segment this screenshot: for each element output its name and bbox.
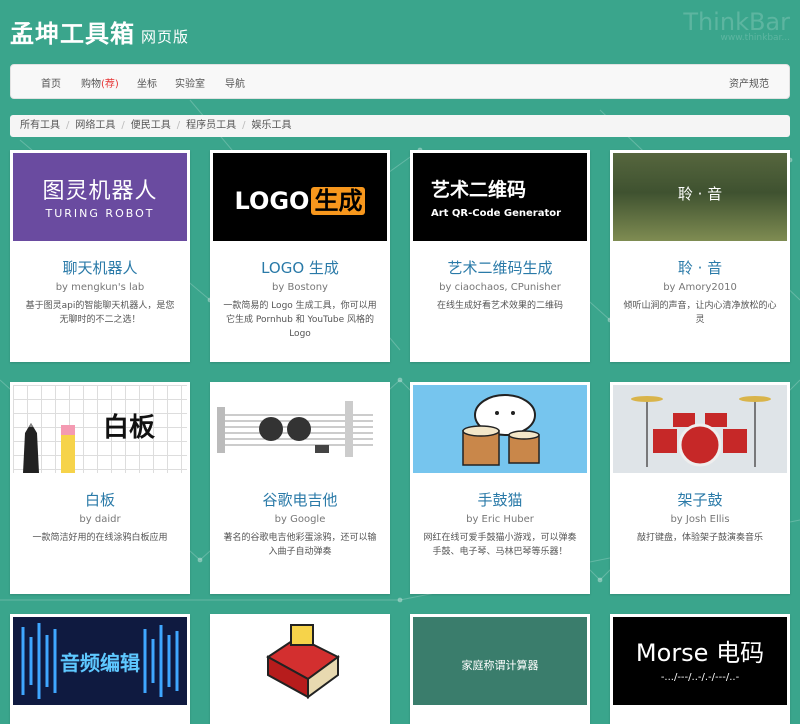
- nav-shop[interactable]: 购物(荐): [81, 75, 119, 90]
- audio-editor-thumbnail: 音频编辑: [13, 617, 187, 705]
- nav-guide[interactable]: 导航: [225, 75, 245, 90]
- site-subtitle: 网页版: [141, 28, 190, 46]
- card-title[interactable]: 白板: [10, 489, 190, 510]
- tool-card-art-qrcode[interactable]: 艺术二维码 Art QR-Code Generator 艺术二维码生成 by c…: [410, 150, 590, 362]
- ling-yin-thumbnail: 聆 · 音: [613, 153, 787, 241]
- site-title-text: 孟坤工具箱: [10, 20, 135, 48]
- card-description: 基于图灵api的智能聊天机器人，是您无聊时的不二之选！: [25, 301, 175, 325]
- card-description: 一款简洁好用的在线涂鸦白板应用: [32, 533, 168, 543]
- site-title[interactable]: 孟坤工具箱 网页版: [10, 14, 189, 49]
- card-description: 敲打键盘，体验架子鼓演奏音乐: [636, 533, 763, 543]
- whiteboard-thumbnail: 白板: [13, 385, 187, 473]
- tool-card-chatbot[interactable]: 图灵机器人 TURING ROBOT 聊天机器人 by mengkun's la…: [10, 150, 190, 362]
- famicom-thumbnail: [213, 617, 387, 705]
- morse-code-thumbnail: Morse 电码 -.../---/..-/.-/---/..-: [613, 617, 787, 705]
- card-author: by mengkun's lab: [55, 282, 145, 293]
- nav-lab[interactable]: 实验室: [175, 75, 205, 90]
- tool-card-drum-kit[interactable]: 架子鼓 by Josh Ellis 敲打键盘，体验架子鼓演奏音乐: [610, 382, 790, 594]
- nav-shop-badge: (荐): [101, 79, 119, 90]
- card-title[interactable]: 手鼓猫: [410, 489, 590, 510]
- nav-right-link[interactable]: 资产规范: [729, 75, 769, 90]
- tool-card-bongo-cat[interactable]: 手鼓猫 by Eric Huber 网红在线可爱手鼓猫小游戏，可以弹奏手鼓、电子…: [410, 382, 590, 594]
- tool-card-ling-yin[interactable]: 聆 · 音 聆 · 音 by Amory2010 倾听山涧的声音，让内心清净放松…: [610, 150, 790, 362]
- top-navbar: 首页 购物(荐) 坐标 实验室 导航 资产规范: [10, 64, 790, 99]
- tool-card-logo[interactable]: LOGO 生成 LOGO 生成 by Bostony 一款简易的 Logo 生成工…: [210, 150, 390, 362]
- category-convenience[interactable]: 便民工具: [131, 115, 171, 137]
- tool-card-audio-editor[interactable]: 音频编辑: [10, 614, 190, 724]
- card-description: 网红在线可爱手鼓猫小游戏，可以弹奏手鼓、电子琴、马林巴琴等乐器！: [423, 533, 577, 557]
- card-author: by Josh Ellis: [670, 514, 730, 525]
- chatbot-thumbnail: 图灵机器人 TURING ROBOT: [13, 153, 187, 241]
- category-entertainment[interactable]: 娱乐工具: [252, 115, 292, 137]
- card-author: by Google: [274, 514, 326, 525]
- card-author: by Eric Huber: [466, 514, 534, 525]
- category-breadcrumb: 所有工具 / 网络工具 / 便民工具 / 程序员工具 / 娱乐工具: [10, 115, 790, 137]
- logo-thumbnail: LOGO 生成: [213, 153, 387, 241]
- card-description: 在线生成好看艺术效果的二维码: [436, 301, 563, 311]
- card-description: 著名的谷歌电吉他彩蛋涂鸦，还可以输入曲子自动弹奏: [223, 533, 377, 557]
- card-author: by ciaochaos, CPunisher: [439, 282, 561, 293]
- card-author: by daidr: [79, 514, 121, 525]
- card-title[interactable]: 聆 · 音: [610, 257, 790, 278]
- category-network[interactable]: 网络工具: [75, 115, 115, 137]
- logo-watermark: ThinkBar www.thinkbar...: [683, 8, 790, 43]
- qrcode-thumbnail: 艺术二维码 Art QR-Code Generator: [413, 153, 587, 241]
- card-description: 倾听山涧的声音，让内心清净放松的心灵: [623, 301, 777, 325]
- card-author: by Bostony: [272, 282, 328, 293]
- bongo-cat-thumbnail: [413, 385, 587, 473]
- tool-card-family-calculator[interactable]: 家庭称谓计算器: [410, 614, 590, 724]
- tool-card-famicom[interactable]: [210, 614, 390, 724]
- tool-card-whiteboard[interactable]: 白板 白板 by daidr 一款简洁好用的在线涂鸦白板应用: [10, 382, 190, 594]
- tool-card-google-guitar[interactable]: 谷歌电吉他 by Google 著名的谷歌电吉他彩蛋涂鸦，还可以输入曲子自动弹奏: [210, 382, 390, 594]
- card-description: 一款简易的 Logo 生成工具，你可以用它生成 Pornhub 和 YouTub…: [223, 301, 377, 339]
- card-title[interactable]: 聊天机器人: [10, 257, 190, 278]
- category-programmer[interactable]: 程序员工具: [186, 115, 236, 137]
- family-calculator-thumbnail: 家庭称谓计算器: [413, 617, 587, 705]
- card-title[interactable]: 艺术二维码生成: [410, 257, 590, 278]
- card-title[interactable]: 谷歌电吉他: [210, 489, 390, 510]
- drum-kit-thumbnail: [613, 385, 787, 473]
- card-title[interactable]: LOGO 生成: [210, 257, 390, 278]
- nav-home[interactable]: 首页: [41, 75, 61, 90]
- card-author: by Amory2010: [663, 282, 737, 293]
- tool-card-morse-code[interactable]: Morse 电码 -.../---/..-/.-/---/..-: [610, 614, 790, 724]
- nav-coordinates[interactable]: 坐标: [137, 75, 157, 90]
- guitar-thumbnail: [213, 385, 387, 473]
- card-title[interactable]: 架子鼓: [610, 489, 790, 510]
- category-all[interactable]: 所有工具: [20, 115, 60, 137]
